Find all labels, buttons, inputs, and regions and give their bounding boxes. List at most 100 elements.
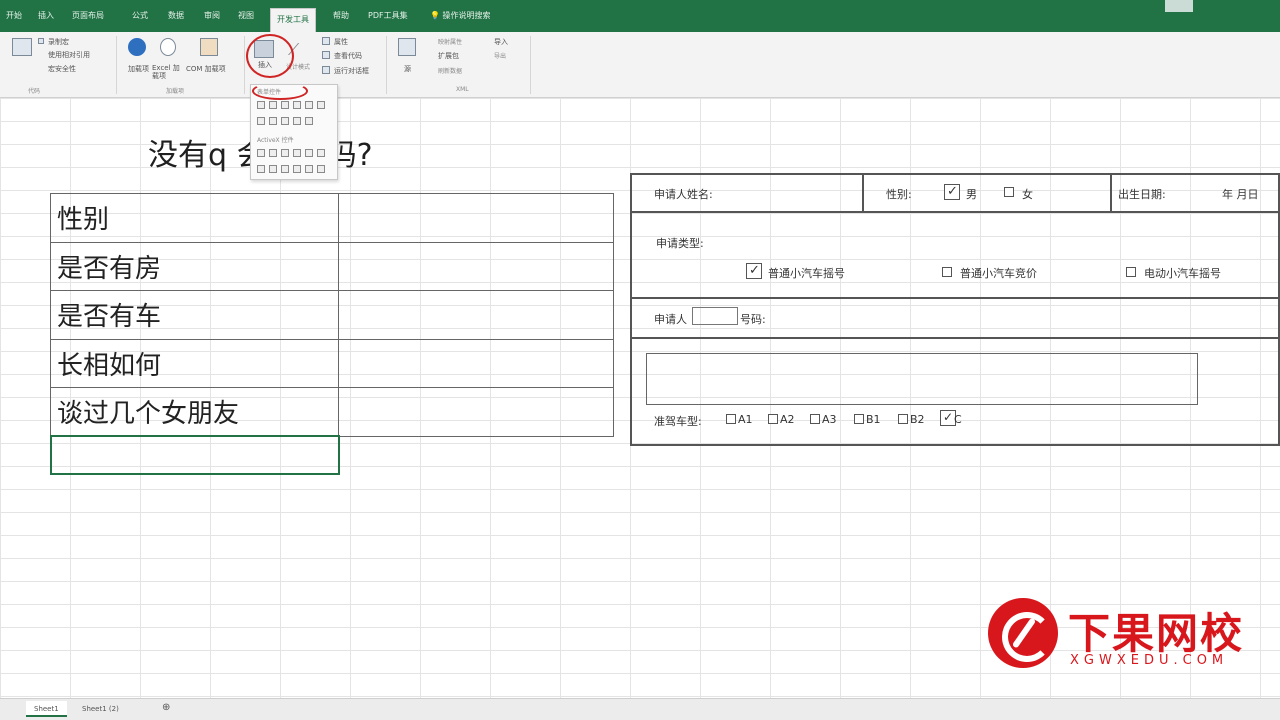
- license-a2-checkbox[interactable]: [768, 414, 778, 424]
- activex-row: [257, 165, 325, 175]
- tell-me-search[interactable]: 💡 操作说明搜索: [430, 10, 491, 28]
- view-code-button[interactable]: 查看代码: [334, 51, 362, 61]
- ribbon: 录制宏 使用相对引用 宏安全性 代码 加载项 Excel 加载项 COM 加载项…: [0, 32, 1280, 98]
- sheet-tab-2[interactable]: Sheet1 (2): [74, 701, 127, 717]
- answer-cell[interactable]: [338, 387, 614, 437]
- option-control-icon[interactable]: [317, 101, 325, 109]
- question-cell[interactable]: 是否有房: [50, 241, 339, 291]
- run-dialog-button[interactable]: 运行对话框: [334, 66, 369, 76]
- macro-security-button[interactable]: 宏安全性: [48, 64, 76, 74]
- run-dialog-icon: [322, 66, 330, 74]
- form-controls-row: [257, 101, 325, 111]
- divider: [632, 211, 1278, 213]
- refresh-data-button[interactable]: 刷新数据: [438, 66, 462, 75]
- license-b1-checkbox[interactable]: [854, 414, 864, 424]
- activex-label-icon[interactable]: [281, 165, 289, 173]
- button-control-icon[interactable]: [257, 101, 265, 109]
- female-checkbox[interactable]: [1004, 187, 1014, 197]
- activex-combo-icon[interactable]: [269, 149, 277, 157]
- tab-pdf-tools[interactable]: PDF工具集: [368, 10, 408, 28]
- form-textbox[interactable]: [646, 353, 1198, 405]
- export-button[interactable]: 导出: [494, 51, 506, 60]
- question-cell[interactable]: 谈过几个女朋友: [50, 387, 339, 437]
- birthdate-value: 年 月日: [1222, 188, 1259, 201]
- tab-insert[interactable]: 插入: [38, 10, 54, 28]
- female-label: 女: [1022, 188, 1033, 201]
- excel-addins-button[interactable]: Excel 加载项: [152, 64, 184, 80]
- addins-button[interactable]: 加载项: [128, 64, 149, 74]
- selected-cell[interactable]: [50, 435, 340, 475]
- activex-more-icon[interactable]: [317, 165, 325, 173]
- answer-cell[interactable]: [338, 193, 614, 243]
- type2-checkbox[interactable]: [942, 267, 952, 277]
- activex-scroll-icon[interactable]: [317, 149, 325, 157]
- activex-spin-icon[interactable]: [305, 165, 313, 173]
- addins-icon[interactable]: [128, 38, 146, 56]
- question-cell[interactable]: 长相如何: [50, 338, 339, 388]
- checkbox-control-icon[interactable]: [281, 101, 289, 109]
- activex-option-icon[interactable]: [269, 165, 277, 173]
- xml-source-icon[interactable]: [398, 38, 416, 56]
- answer-cell[interactable]: [338, 290, 614, 340]
- activex-heading: ActiveX 控件: [257, 137, 294, 144]
- scrollbar-control-icon[interactable]: [281, 117, 289, 125]
- textfield-control-icon[interactable]: [293, 117, 301, 125]
- activex-textbox-icon[interactable]: [305, 149, 313, 157]
- type3-checkbox[interactable]: [1126, 267, 1136, 277]
- sheet-tab-1[interactable]: Sheet1: [26, 701, 67, 717]
- question-cell[interactable]: 是否有车: [50, 290, 339, 340]
- combobox-control-icon[interactable]: [269, 101, 277, 109]
- watermark-logo-icon: [988, 598, 1058, 668]
- license-a3-checkbox[interactable]: [810, 414, 820, 424]
- question-cell[interactable]: 性别: [50, 193, 339, 243]
- table-row: 谈过几个女朋友: [50, 387, 614, 437]
- tab-data[interactable]: 数据: [168, 10, 184, 28]
- tab-page-layout[interactable]: 页面布局: [72, 10, 104, 28]
- com-addins-icon[interactable]: [200, 38, 218, 56]
- tab-review[interactable]: 审阅: [204, 10, 220, 28]
- table-row: 是否有房: [50, 241, 614, 291]
- activex-button-icon[interactable]: [257, 149, 265, 157]
- group-separator: [386, 36, 387, 94]
- license-b2-checkbox[interactable]: [898, 414, 908, 424]
- tab-help[interactable]: 帮助: [333, 10, 349, 28]
- import-button[interactable]: 导入: [494, 37, 508, 47]
- activex-listbox-icon[interactable]: [293, 149, 301, 157]
- activex-image-icon[interactable]: [293, 165, 301, 173]
- watermark: 下果网校 XGWXEDU.COM: [988, 598, 1273, 673]
- tab-view[interactable]: 视图: [238, 10, 254, 28]
- type2-label: 普通小汽车竞价: [960, 267, 1037, 280]
- add-sheet-icon[interactable]: ⊕: [154, 701, 178, 717]
- group-separator: [530, 36, 531, 94]
- relative-ref-button[interactable]: 使用相对引用: [48, 50, 90, 60]
- properties-button[interactable]: 属性: [334, 37, 348, 47]
- tab-developer[interactable]: 开发工具: [270, 8, 316, 32]
- license-a1-checkbox[interactable]: [726, 414, 736, 424]
- combo-list-control-icon[interactable]: [305, 117, 313, 125]
- com-addins-button[interactable]: COM 加载项: [186, 64, 226, 74]
- activex-toggle-icon[interactable]: [257, 165, 265, 173]
- spinner-control-icon[interactable]: [293, 101, 301, 109]
- groupbox-control-icon[interactable]: [257, 117, 265, 125]
- activex-checkbox-icon[interactable]: [281, 149, 289, 157]
- answer-cell[interactable]: [338, 241, 614, 291]
- expansion-pack-button[interactable]: 扩展包: [438, 51, 459, 61]
- label-control-icon[interactable]: [269, 117, 277, 125]
- xml-source-button[interactable]: 源: [404, 64, 411, 74]
- license-a3-label: A3: [822, 413, 837, 426]
- listbox-control-icon[interactable]: [305, 101, 313, 109]
- watermark-en: XGWXEDU.COM: [1070, 653, 1229, 668]
- male-checkbox[interactable]: [944, 184, 960, 200]
- type3-label: 电动小汽车摇号: [1144, 267, 1221, 280]
- type1-checkbox[interactable]: [746, 263, 762, 279]
- record-macro-button[interactable]: 录制宏: [48, 37, 69, 47]
- id-type-dropdown[interactable]: [692, 307, 738, 325]
- tab-home[interactable]: 开始: [6, 10, 22, 28]
- id-label-b: 号码:: [740, 313, 766, 326]
- excel-addins-icon[interactable]: [160, 38, 176, 56]
- window-control[interactable]: [1165, 0, 1193, 12]
- answer-cell[interactable]: [338, 338, 614, 388]
- visual-basic-icon[interactable]: [12, 38, 32, 56]
- map-properties-button[interactable]: 映射属性: [438, 37, 462, 46]
- tab-formulas[interactable]: 公式: [132, 10, 148, 28]
